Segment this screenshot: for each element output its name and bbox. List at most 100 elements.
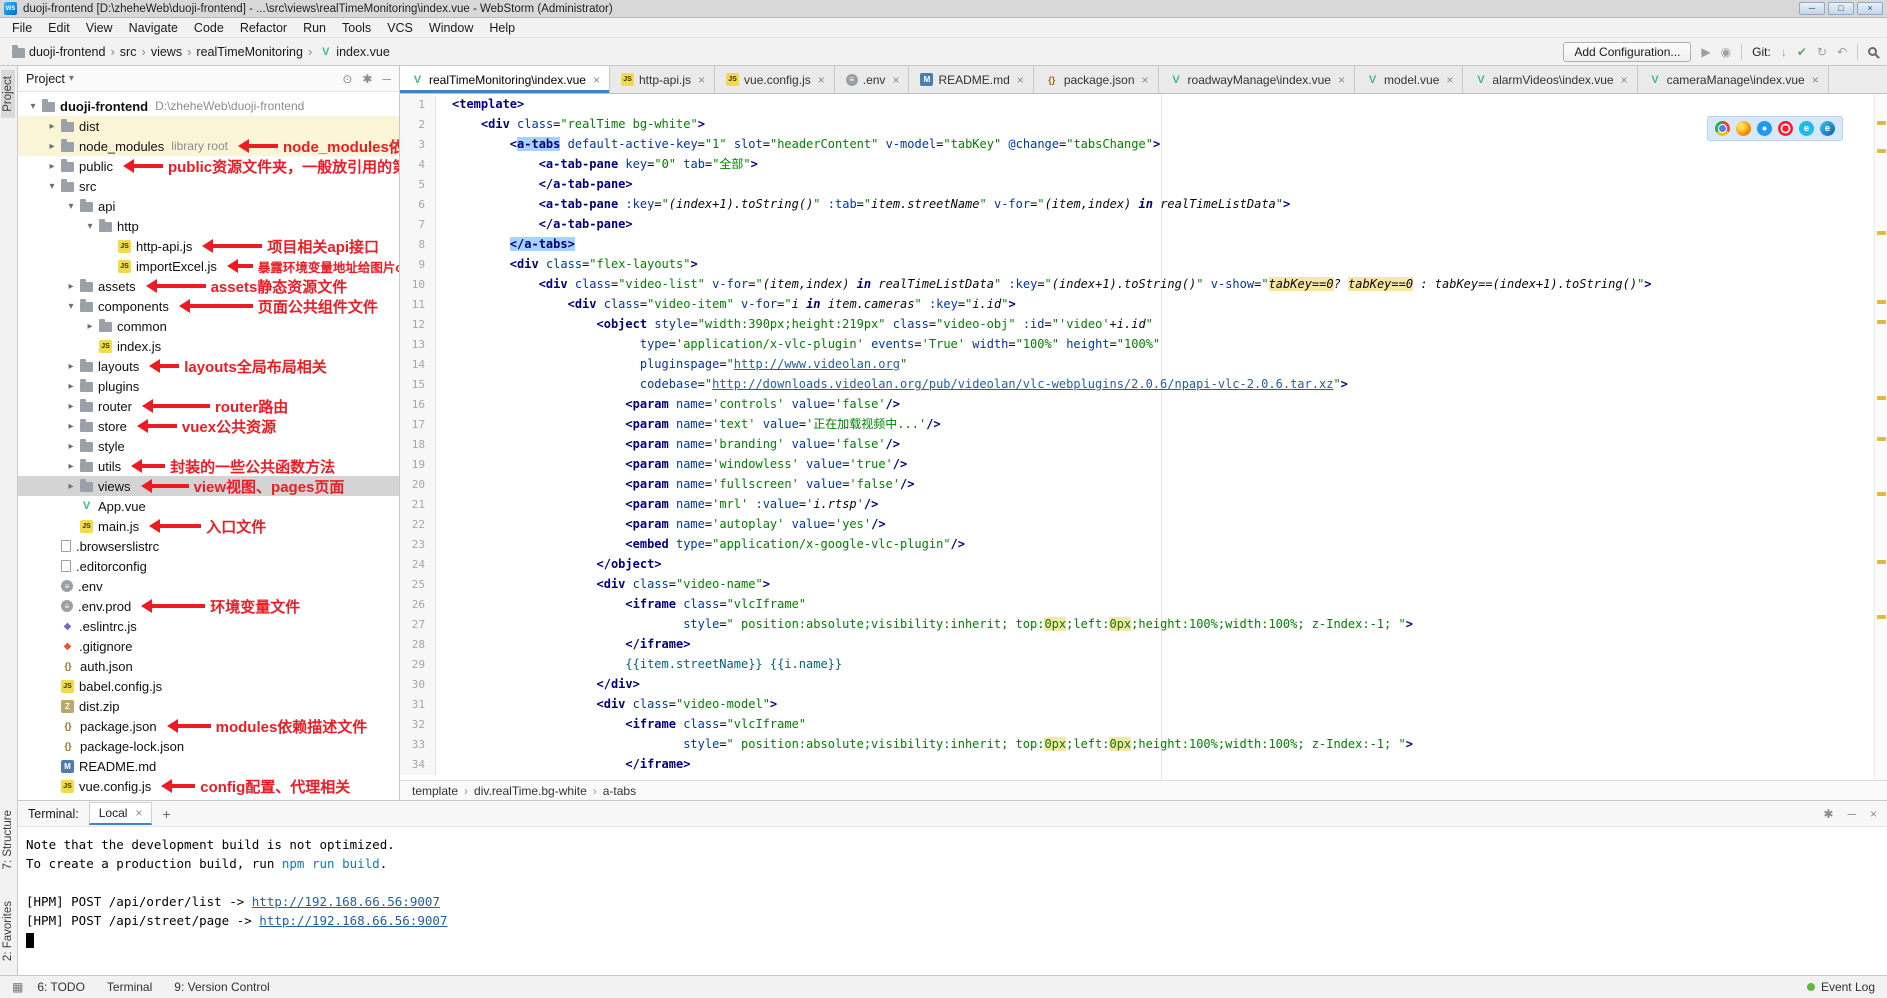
chevron-down-icon[interactable]: ▾ xyxy=(83,221,97,232)
minimize-button[interactable]: ─ xyxy=(1799,2,1825,15)
tree-item-babel-config-js[interactable]: JSbabel.config.js xyxy=(18,676,399,696)
git-revert-icon[interactable]: ↶ xyxy=(1837,45,1847,59)
tree-item-views[interactable]: ▸viewsview视图、pages页面 xyxy=(18,476,399,496)
tree-item-router[interactable]: ▸routerrouter路由 xyxy=(18,396,399,416)
editor-tab-vue-config-js[interactable]: JSvue.config.js× xyxy=(715,66,835,93)
statusbar-6-todo[interactable]: 6: TODO xyxy=(37,980,85,994)
chevron-down-icon[interactable]: ▾ xyxy=(64,301,78,312)
tree-item-index-js[interactable]: JSindex.js xyxy=(18,336,399,356)
editor-tab-readme-md[interactable]: MREADME.md× xyxy=(909,66,1033,93)
tree-item-dist[interactable]: ▸dist xyxy=(18,116,399,136)
tree-item-package-lock-json[interactable]: {}package-lock.json xyxy=(18,736,399,756)
terminal-close-icon[interactable]: × xyxy=(1870,807,1877,821)
close-icon[interactable]: × xyxy=(818,73,825,87)
editor-breadcrumb-a-tabs[interactable]: a-tabs xyxy=(603,784,636,798)
editor-scrollbar-stripe[interactable] xyxy=(1874,94,1887,780)
git-commit-icon[interactable]: ✔ xyxy=(1797,45,1807,59)
tree-item-plugins[interactable]: ▸plugins xyxy=(18,376,399,396)
tree-item-duoji-frontend[interactable]: ▾duoji-frontendD:\zheheWeb\duoji-fronten… xyxy=(18,96,399,116)
tree-item-env[interactable]: ≡.env xyxy=(18,576,399,596)
new-terminal-icon[interactable]: + xyxy=(162,806,170,822)
menu-vcs[interactable]: VCS xyxy=(379,18,421,38)
close-icon[interactable]: × xyxy=(1017,73,1024,87)
chevron-down-icon[interactable]: ▾ xyxy=(45,181,59,192)
chevron-right-icon[interactable]: ▸ xyxy=(45,161,59,172)
code-editor[interactable]: 1<template>2 <div class="realTime bg-whi… xyxy=(400,94,1887,780)
tree-item-http-api-js[interactable]: JShttp-api.js项目相关api接口 xyxy=(18,236,399,256)
tree-item-store[interactable]: ▸storevuex公共资源 xyxy=(18,416,399,436)
tree-item-layouts[interactable]: ▸layoutslayouts全局布局相关 xyxy=(18,356,399,376)
chevron-down-icon[interactable]: ▾ xyxy=(64,201,78,212)
chevron-right-icon[interactable]: ▸ xyxy=(64,361,78,372)
run-icon[interactable]: ▶ xyxy=(1701,45,1710,59)
chevron-right-icon[interactable]: ▸ xyxy=(83,321,97,332)
editor-breadcrumb-template[interactable]: template xyxy=(412,784,458,798)
tree-item-readme-md[interactable]: MREADME.md xyxy=(18,756,399,776)
edge-browser-icon[interactable]: e xyxy=(1820,121,1835,136)
menu-window[interactable]: Window xyxy=(421,18,481,38)
tree-item-http[interactable]: ▾http xyxy=(18,216,399,236)
tree-item-public[interactable]: ▸publicpublic资源文件夹，一般放引用的第三方插件 xyxy=(18,156,399,176)
menu-help[interactable]: Help xyxy=(481,18,523,38)
tree-item-assets[interactable]: ▸assetsassets静态资源文件 xyxy=(18,276,399,296)
editor-tab-realtimemonitoring-index-vue[interactable]: VrealTimeMonitoring\index.vue× xyxy=(400,66,610,93)
search-icon[interactable] xyxy=(1868,47,1877,56)
editor-tab-cameramanage-index-vue[interactable]: VcameraManage\index.vue× xyxy=(1638,66,1829,93)
terminal-settings-gear-icon[interactable]: ✱ xyxy=(1823,807,1833,821)
editor-tab-package-json[interactable]: {}package.json× xyxy=(1034,66,1159,93)
tree-item-package-json[interactable]: {}package.jsonmodules依赖描述文件 xyxy=(18,716,399,736)
statusbar-9-version-control[interactable]: 9: Version Control xyxy=(174,980,269,994)
breadcrumb-item-realtimemonitoring[interactable]: realTimeMonitoring xyxy=(196,45,303,59)
tree-item-importexcel-js[interactable]: JSimportExcel.js暴露环境变量地址给图片or视频资源路径变量相关 xyxy=(18,256,399,276)
event-log-button[interactable]: Event Log xyxy=(1807,980,1875,994)
tree-item-dist-zip[interactable]: Zdist.zip xyxy=(18,696,399,716)
editor-tab-env[interactable]: ≡.env× xyxy=(835,66,910,93)
menu-edit[interactable]: Edit xyxy=(40,18,78,38)
tool-button-favorites[interactable]: 2: Favorites xyxy=(1,895,15,967)
editor-tab-roadwaymanage-index-vue[interactable]: VroadwayManage\index.vue× xyxy=(1159,66,1355,93)
terminal-tab-local[interactable]: Local × xyxy=(89,802,153,825)
breadcrumb-item-duoji-frontend[interactable]: duoji-frontend xyxy=(10,45,105,59)
tree-item-api[interactable]: ▾api xyxy=(18,196,399,216)
chevron-right-icon[interactable]: ▸ xyxy=(64,481,78,492)
chevron-right-icon[interactable]: ▸ xyxy=(45,141,59,152)
git-history-icon[interactable]: ↻ xyxy=(1817,45,1827,59)
close-icon[interactable]: × xyxy=(135,806,142,820)
tree-item-src[interactable]: ▾src xyxy=(18,176,399,196)
tool-window-switcher-icon[interactable]: ▦ xyxy=(12,980,23,994)
debug-icon[interactable]: ◉ xyxy=(1721,45,1731,59)
statusbar-terminal[interactable]: Terminal xyxy=(107,980,152,994)
opera-browser-icon[interactable] xyxy=(1778,121,1793,136)
close-icon[interactable]: × xyxy=(1621,73,1628,87)
tree-item-utils[interactable]: ▸utils封装的一些公共函数方法 xyxy=(18,456,399,476)
tree-item-common[interactable]: ▸common xyxy=(18,316,399,336)
menu-refactor[interactable]: Refactor xyxy=(232,18,295,38)
hide-panel-icon[interactable]: ─ xyxy=(382,72,391,86)
tree-item-eslintrc-js[interactable]: ◆.eslintrc.js xyxy=(18,616,399,636)
tree-item-env-prod[interactable]: ≡.env.prod环境变量文件 xyxy=(18,596,399,616)
close-button[interactable]: × xyxy=(1857,2,1883,15)
menu-view[interactable]: View xyxy=(78,18,121,38)
tree-item-app-vue[interactable]: VApp.vue xyxy=(18,496,399,516)
close-icon[interactable]: × xyxy=(892,73,899,87)
menu-tools[interactable]: Tools xyxy=(334,18,379,38)
locate-file-icon[interactable]: ⊙ xyxy=(342,72,352,86)
chevron-right-icon[interactable]: ▸ xyxy=(64,281,78,292)
menu-navigate[interactable]: Navigate xyxy=(121,18,186,38)
chevron-right-icon[interactable]: ▸ xyxy=(64,461,78,472)
tool-button-project[interactable]: Project xyxy=(1,70,15,118)
tree-item-browserslistrc[interactable]: .browserslistrc xyxy=(18,536,399,556)
tree-item-style[interactable]: ▸style xyxy=(18,436,399,456)
menu-code[interactable]: Code xyxy=(186,18,232,38)
tree-item-components[interactable]: ▾components页面公共组件文件 xyxy=(18,296,399,316)
chevron-right-icon[interactable]: ▸ xyxy=(64,441,78,452)
close-icon[interactable]: × xyxy=(593,73,600,87)
maximize-button[interactable]: □ xyxy=(1828,2,1854,15)
ie-browser-icon[interactable]: e xyxy=(1799,121,1814,136)
close-icon[interactable]: × xyxy=(1446,73,1453,87)
menu-file[interactable]: File xyxy=(4,18,40,38)
safari-browser-icon[interactable] xyxy=(1757,121,1772,136)
chevron-down-icon[interactable]: ▾ xyxy=(69,73,74,84)
chevron-right-icon[interactable]: ▸ xyxy=(64,421,78,432)
breadcrumb-item-src[interactable]: src xyxy=(120,45,137,59)
